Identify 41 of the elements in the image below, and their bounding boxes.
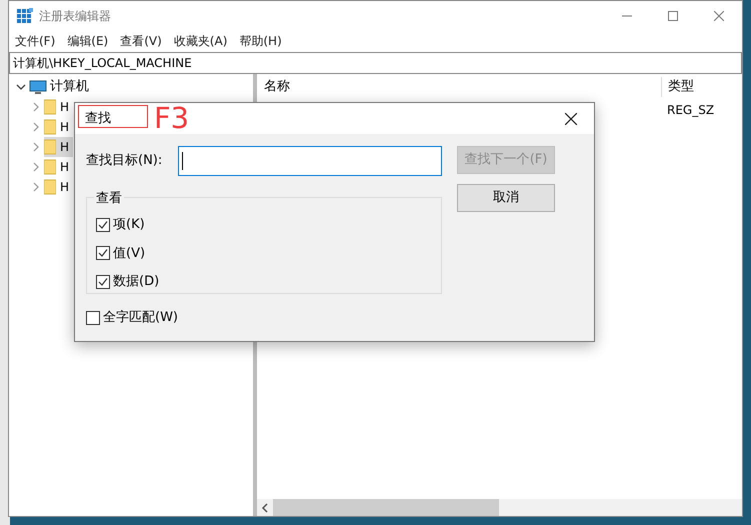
column-header[interactable]: 类型	[661, 77, 694, 97]
table-cell-text: REG_SZ	[667, 102, 714, 119]
tree-item[interactable]: H	[44, 97, 74, 117]
tree-item[interactable]: H	[44, 117, 74, 137]
text-cursor	[182, 152, 183, 170]
column-header[interactable]: 名称	[257, 77, 661, 97]
checkbox[interactable]: 数据(D)	[96, 272, 441, 292]
checkbox[interactable]: 值(V)	[96, 244, 441, 263]
tree-item[interactable]: H	[44, 157, 74, 177]
registry-grid-icon	[17, 8, 33, 24]
scrollbar-thumb[interactable]	[273, 499, 499, 516]
close-icon	[565, 112, 577, 124]
highlight-box	[78, 105, 148, 128]
field-label: 查找目标(N):	[86, 152, 164, 170]
folder-icon	[44, 139, 56, 155]
maximize-icon	[668, 11, 678, 21]
chevron-down-icon[interactable]	[16, 82, 26, 92]
menu-item[interactable]: 查看(V)	[120, 32, 162, 50]
tree-item[interactable]: H	[44, 137, 74, 157]
horizontal-scrollbar[interactable]	[257, 499, 742, 516]
menu-item[interactable]: 帮助(H)	[239, 32, 282, 50]
close-icon	[714, 11, 724, 21]
folder-icon	[44, 119, 56, 135]
checkbox[interactable]: 全字匹配(W)	[86, 308, 442, 328]
scroll-left-icon[interactable]	[261, 502, 269, 512]
tree-item[interactable]: 计算机	[50, 77, 89, 97]
tree-item[interactable]: H	[44, 177, 74, 197]
window-title: 注册表编辑器	[39, 8, 111, 25]
menu-item[interactable]: 收藏夹(A)	[174, 32, 228, 50]
folder-icon	[44, 99, 56, 115]
dialog-button[interactable]: 取消	[457, 184, 555, 212]
address-bar[interactable]: 计算机\HKEY_LOCAL_MACHINE	[9, 52, 742, 74]
checkbox[interactable]: 项(K)	[96, 215, 441, 234]
folder-icon	[44, 159, 56, 175]
computer-icon	[29, 80, 47, 94]
annotation-label: F3	[154, 101, 190, 135]
menu-item[interactable]: 文件(F)	[15, 32, 56, 50]
dialog-title: 查找	[85, 110, 111, 128]
menu-item[interactable]: 编辑(E)	[67, 32, 108, 50]
search-field[interactable]	[178, 146, 442, 176]
folder-icon	[44, 179, 56, 195]
